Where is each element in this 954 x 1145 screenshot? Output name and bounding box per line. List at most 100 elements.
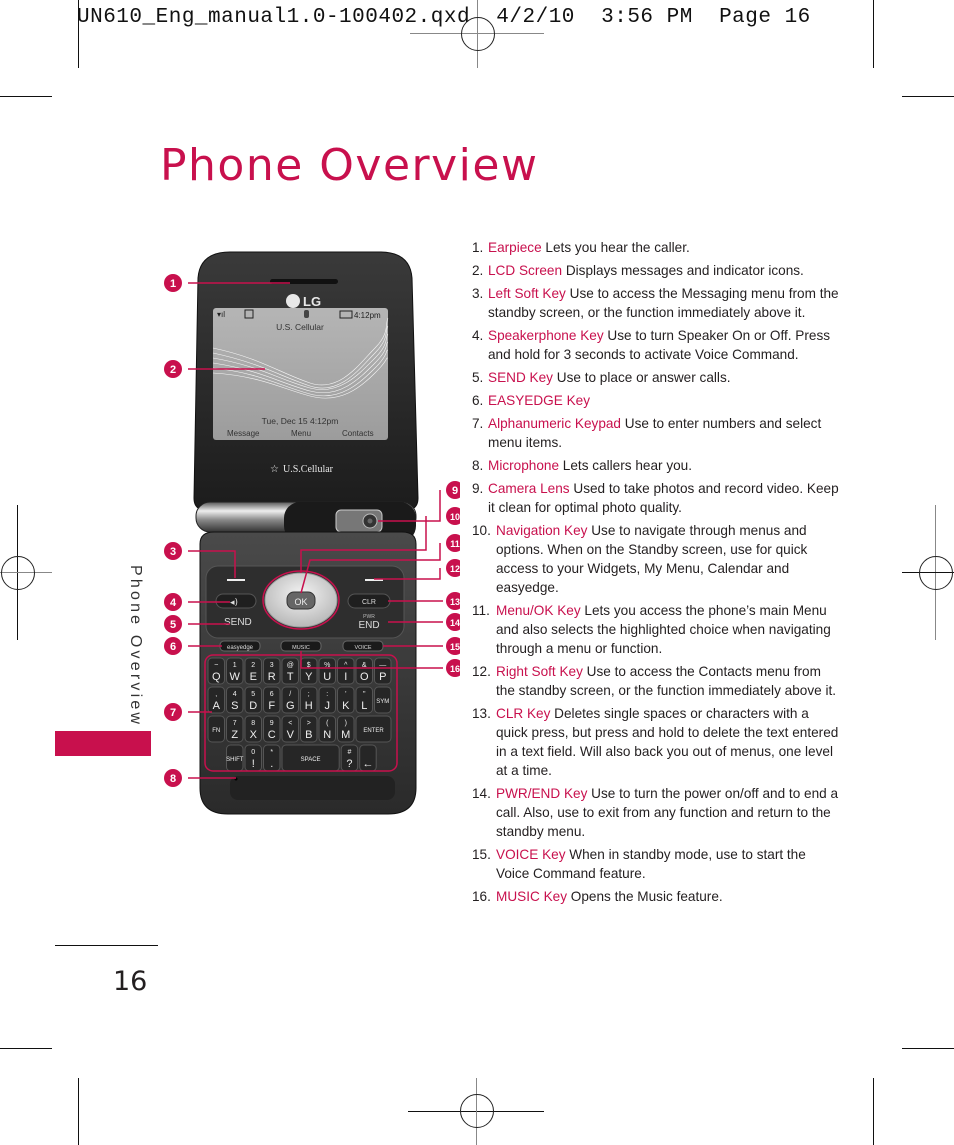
keypad-key-label: SHIFT: [226, 757, 244, 763]
item-key-name: MUSIC Key: [496, 889, 568, 904]
keypad-key-label: B: [305, 729, 312, 741]
keypad-key-label: H: [305, 700, 313, 712]
keypad-key-secondary: @: [287, 662, 294, 669]
item-number: 1.: [472, 240, 484, 255]
callout-number: 2: [170, 364, 176, 376]
footer-rule: [55, 945, 158, 946]
list-item: 7. Alphanumeric Keypad Use to enter numbe…: [472, 414, 842, 452]
item-number: 4.: [472, 328, 484, 343]
list-item: 5. SEND Key Use to place or answer calls.: [472, 368, 842, 387]
keypad-key-label: N: [323, 729, 331, 741]
item-key-name: EASYEDGE Key: [488, 393, 590, 408]
list-item: 9. Camera Lens Used to take photos and re…: [472, 479, 842, 517]
status-time: 4:12pm: [354, 311, 381, 320]
callout-number: 1: [170, 278, 176, 290]
crop-mark: [902, 96, 954, 97]
crop-mark: [902, 1048, 954, 1049]
item-key-name: LCD Screen: [488, 263, 563, 278]
ok-key-label: OK: [294, 597, 307, 607]
svg-text:▾ıl: ▾ıl: [217, 310, 225, 319]
keypad-key-secondary: 3: [270, 662, 274, 669]
keypad-key-label: Q: [212, 671, 221, 683]
keypad-key-label: U: [323, 671, 331, 683]
keypad-key-secondary: :: [326, 691, 328, 698]
item-key-name: Alphanumeric Keypad: [488, 416, 621, 431]
item-number: 6.: [472, 393, 484, 408]
left-soft-key: [227, 579, 245, 581]
item-key-name: Microphone: [488, 458, 560, 473]
item-description: Use to place or answer calls.: [552, 370, 731, 385]
screen-softkey-left: Message: [227, 429, 260, 438]
slug-page: Page 16: [719, 6, 811, 29]
item-number: 2.: [472, 263, 484, 278]
crop-mark: [78, 1078, 79, 1145]
list-item: 2. LCD Screen Displays messages and indic…: [472, 261, 842, 280]
keypad-key-label: FN: [212, 728, 220, 734]
item-number: 13.: [472, 706, 491, 721]
list-item: 3. Left Soft Key Use to access the Messag…: [472, 284, 842, 322]
keypad-key-label: G: [286, 700, 295, 712]
keypad-key-secondary: >: [307, 720, 311, 727]
slug-time: 3:56 PM: [601, 6, 693, 29]
item-description: Displays messages and indicator icons.: [562, 263, 804, 278]
list-item: 10. Navigation Key Use to navigate throug…: [472, 521, 842, 597]
crop-mark: [0, 96, 52, 97]
list-item: 13. CLR Key Deletes single spaces or char…: [472, 704, 842, 780]
screen-softkey-center: Menu: [291, 429, 311, 438]
item-key-name: Navigation Key: [496, 523, 588, 538]
crop-mark: [0, 1048, 52, 1049]
crop-mark: [873, 0, 874, 68]
item-key-name: Camera Lens: [488, 481, 570, 496]
brand-label: LG: [303, 294, 321, 309]
keypad-key-label: S: [231, 700, 238, 712]
item-key-name: VOICE Key: [496, 847, 566, 862]
list-item: 6. EASYEDGE Key: [472, 391, 842, 410]
callout-number: 8: [170, 773, 176, 785]
page-title: Phone Overview: [160, 140, 539, 191]
item-key-name: CLR Key: [496, 706, 551, 721]
page-number: 16: [113, 966, 148, 997]
keypad-key-secondary: <: [288, 720, 292, 727]
callout-number: 14: [450, 618, 460, 628]
keypad-key-label: I: [344, 671, 347, 683]
keypad-key-label: ENTER: [363, 728, 384, 734]
keypad-key-label: D: [249, 700, 257, 712]
item-key-name: PWR/END Key: [496, 786, 588, 801]
crop-mark: [78, 0, 79, 68]
keypad-key-secondary: ~: [214, 662, 218, 669]
callout-number: 12: [450, 564, 460, 574]
callout-number: 5: [170, 619, 176, 631]
callout-number: 4: [170, 597, 177, 609]
item-key-name: SEND Key: [488, 370, 553, 385]
keypad-key-secondary: ): [345, 720, 347, 727]
callout-number: 6: [170, 641, 176, 653]
keypad-key-label: O: [360, 671, 369, 683]
keypad-key-label: X: [250, 729, 258, 741]
keypad-key-label: T: [287, 671, 294, 683]
side-tab-label: Phone Overview: [127, 565, 144, 728]
clr-key-label: CLR: [362, 599, 376, 606]
keypad-key-label: P: [379, 671, 386, 683]
callout-number: 16: [450, 664, 460, 674]
item-number: 11.: [472, 603, 490, 618]
svg-text:◂): ◂): [230, 598, 238, 608]
item-key-name: Right Soft Key: [496, 664, 583, 679]
keypad-key-secondary: *: [270, 749, 273, 756]
keypad-key-secondary: 6: [270, 691, 274, 698]
keypad-key-label: C: [268, 729, 276, 741]
item-number: 5.: [472, 370, 484, 385]
screen-softkey-right: Contacts: [342, 429, 374, 438]
lg-logo-icon: [286, 294, 300, 308]
list-item: 14. PWR/END Key Use to turn the power on/…: [472, 784, 842, 841]
carrier-star-icon: ☆: [270, 464, 279, 475]
item-key-name: Speakerphone Key: [488, 328, 604, 343]
easyedge-key-label: easyedge: [227, 645, 254, 651]
keypad-key-secondary: /: [289, 691, 291, 698]
list-item: 16. MUSIC Key Opens the Music feature.: [472, 887, 842, 906]
keypad-key-label: A: [213, 700, 221, 712]
keypad-key-label: K: [342, 700, 350, 712]
keypad-key-secondary: 7: [233, 720, 237, 727]
print-slug: UN610_Eng_manual1.0-100402.qxd 4/2/10 3:…: [77, 6, 811, 29]
callout-number: 7: [170, 707, 176, 719]
callout-number: 15: [450, 642, 460, 652]
